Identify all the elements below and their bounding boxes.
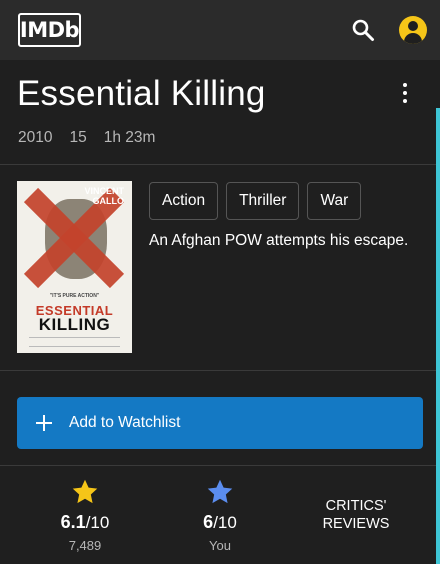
star-icon [72,479,98,504]
plus-icon [36,415,52,431]
runtime: 1h 23m [103,129,156,146]
account-icon[interactable] [399,16,427,44]
imdb-rating[interactable]: 6.1/10 7,489 [15,478,155,553]
scroll-indicator [436,108,440,564]
user-star-icon [207,479,233,504]
top-app-bar: IMDb [0,0,440,60]
plot-summary[interactable]: An Afghan POW attempts his escape. [149,231,419,251]
poster-quote: "IT'S PURE ACTION" [49,293,100,299]
user-rating-label: You [209,538,231,553]
add-to-watchlist-button[interactable]: Add to Watchlist [17,397,423,449]
movie-poster[interactable]: VINCENT GALLO "IT'S PURE ACTION" ESSENTI… [17,181,132,353]
divider [0,465,436,466]
divider [0,164,436,165]
search-icon[interactable] [350,17,376,43]
imdb-scale: /10 [85,513,110,532]
user-score: 6 [203,512,214,532]
divider [0,370,436,371]
vote-count: 7,489 [68,538,102,553]
release-year: 2010 [18,129,53,146]
poster-actor-name: VINCENT GALLO [84,186,124,206]
imdb-score: 6.1 [60,512,86,532]
critics-reviews-link[interactable]: CRITICS' REVIEWS [296,497,416,533]
imdb-logo[interactable]: IMDb [18,13,81,47]
poster-title-line-2: KILLING [38,315,111,334]
watchlist-label: Add to Watchlist [69,414,181,431]
certificate: 15 [69,129,87,146]
poster-credits [29,337,120,347]
genre-chip-thriller[interactable]: Thriller [226,182,300,220]
movie-title: Essential Killing [17,74,266,113]
genre-chip-war[interactable]: War [307,182,362,220]
user-rating[interactable]: 6/10 You [150,478,290,553]
more-vertical-icon[interactable] [397,81,413,105]
genre-chips: Action Thriller War [149,182,362,220]
title-metadata: 2010 15 1h 23m [18,129,155,147]
genre-chip-action[interactable]: Action [149,182,219,220]
user-scale: /10 [213,513,237,532]
